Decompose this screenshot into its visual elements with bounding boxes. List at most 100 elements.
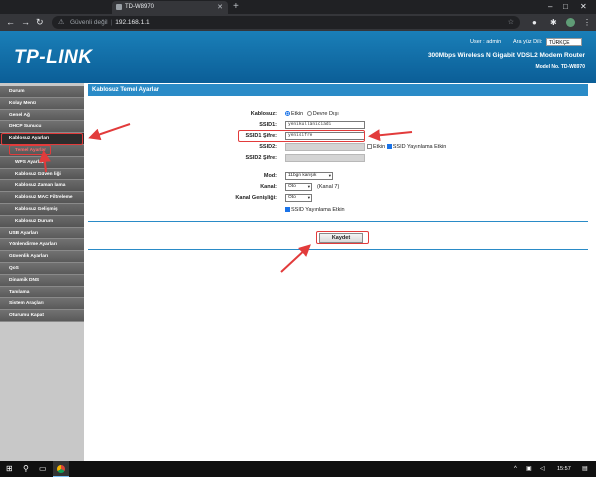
mode-select[interactable]: 11bgn karışık ▾ <box>285 172 333 180</box>
highlight-basic-settings <box>9 145 51 155</box>
arrow-to-save <box>280 244 311 273</box>
tplink-logo: TP-LINK <box>14 47 93 68</box>
sidebar-item-kablosuz-mac-filtreleme[interactable]: Kablosuz MAC Filtreleme <box>0 192 84 204</box>
menu-icon[interactable]: ⋮ <box>583 14 591 31</box>
volume-icon[interactable]: ◁ <box>540 461 545 477</box>
ssid2-password-label: SSID2 Şifre: <box>245 155 277 161</box>
sidebar-item-sistem-arac-lar[interactable]: Sistem Araçları <box>0 298 84 311</box>
reload-icon[interactable]: ↻ <box>36 14 44 31</box>
sidebar-item-usb-ayarlar[interactable]: USB Ayarları <box>0 227 84 240</box>
task-view-icon[interactable]: ▭ <box>39 461 47 477</box>
back-icon[interactable]: ← <box>6 14 15 31</box>
forward-icon[interactable]: → <box>21 14 30 31</box>
search-icon[interactable]: ⚲ <box>23 461 29 477</box>
channel-label: Kanal: <box>260 184 277 190</box>
sidebar-item-genel-ag[interactable]: Genel Ağ <box>0 109 84 122</box>
close-tab-icon[interactable]: ✕ <box>217 1 223 14</box>
taskbar-clock[interactable]: 15:57 <box>557 461 571 477</box>
language-label: Ara yüz Dili: <box>513 39 543 45</box>
ssid1-input[interactable]: yenikullaniciadi <box>285 121 365 129</box>
browser-tabstrip: TD-W8970 ✕ + – □ ✕ <box>0 0 596 14</box>
sidebar-item-kablosuz-durum[interactable]: Kablosuz Durum <box>0 215 84 228</box>
sidebar-item-yo-nlendirme-ayarlar[interactable]: Yönlendirme Ayarları <box>0 239 84 252</box>
ssid2-broadcast-label: SSID Yayınlama Etkin <box>392 144 447 150</box>
star-icon[interactable]: ☆ <box>508 16 514 29</box>
wireless-off-label: Devre Dışı <box>312 111 339 117</box>
ssid2-enable-label: Etkin <box>373 144 386 150</box>
panel-title: Kablosuz Temel Ayarlar <box>88 84 588 96</box>
arrow-to-password <box>368 129 413 142</box>
warning-icon: ⚠ <box>58 19 65 26</box>
channel-width-value: Oto <box>288 195 296 200</box>
channel-value: Oto <box>288 184 296 189</box>
address-bar[interactable]: ⚠ Güvenli değil | 192.168.1.1 ☆ <box>52 16 520 29</box>
arrow-to-menu <box>88 123 131 141</box>
panel-divider <box>88 221 588 223</box>
profile-avatar[interactable] <box>566 18 575 27</box>
sidebar-item-gu-venlik-ayarlar[interactable]: Güvenlik Ayarları <box>0 251 84 263</box>
language-select[interactable]: TÜRKÇE <box>546 38 582 46</box>
puzzle-icon[interactable]: ✱ <box>550 14 557 31</box>
taskbar: ⊞ ⚲ ▭ ^ ▣ ◁ 15:57 ▤ <box>0 461 596 477</box>
ssid2-enable-checkbox[interactable] <box>367 144 372 149</box>
tab-title: TD-W8970 <box>125 4 155 10</box>
wireless-on-label: Etkin <box>291 111 304 117</box>
channel-width-label: Kanal Genişliği: <box>235 195 277 201</box>
sidebar-item-kolay-menu[interactable]: Kolay Menü <box>0 97 84 110</box>
mode-value: 11bgn karışık <box>288 173 317 178</box>
close-window-icon[interactable]: ✕ <box>580 0 587 14</box>
address-url: 192.168.1.1 <box>115 19 150 26</box>
sidebar-item-qos[interactable]: QoS <box>0 262 84 275</box>
channel-note: (Kanal 7) <box>317 184 340 190</box>
ssid-broadcast-option: SSID Yayınlama Etkin <box>285 207 345 213</box>
mode-label: Mod: <box>263 173 277 179</box>
windows-start-icon[interactable]: ⊞ <box>6 461 13 477</box>
wireless-on-radio[interactable] <box>285 111 290 116</box>
ssid2-label: SSID2: <box>259 144 277 150</box>
sidebar-item-tan-lama[interactable]: Tanılama <box>0 286 84 299</box>
model-title: 300Mbps Wireless N Gigabit VDSL2 Modem R… <box>427 52 585 59</box>
panel-divider-bottom <box>88 249 588 251</box>
page-favicon-icon <box>116 4 122 10</box>
extension-icon[interactable]: ● <box>532 14 537 31</box>
minimize-icon[interactable]: – <box>548 0 552 14</box>
channel-width-select[interactable]: Oto ▾ <box>285 194 312 202</box>
browser-tab[interactable]: TD-W8970 ✕ <box>112 1 228 14</box>
sidebar-item-kablosuz-gelis-mis[interactable]: Kablosuz Gelişmiş <box>0 203 84 216</box>
sidebar-item-kablosuz-gu-ven-lig-i[interactable]: Kablosuz Güven liği <box>0 168 84 181</box>
ssid1-label: SSID1: <box>259 122 277 128</box>
tray-up-icon[interactable]: ^ <box>514 461 517 477</box>
wireless-label: Kablosuz: <box>250 111 277 117</box>
highlight-ssid-password <box>238 130 365 142</box>
channel-select[interactable]: Oto ▾ <box>285 183 312 191</box>
ssid2-password-input[interactable] <box>285 154 365 162</box>
notification-icon[interactable]: ▤ <box>582 461 588 477</box>
chrome-icon <box>57 465 65 473</box>
sidebar-item-durum[interactable]: Durum <box>0 86 84 98</box>
ssid2-options: Etkin SSID Yayınlama Etkin <box>367 144 446 150</box>
sidebar-menu: Durum Kolay Menü Genel Ağ DHCP Sunucu Kablos… <box>0 86 84 322</box>
insecure-label: Güvenli değil <box>70 19 108 26</box>
new-tab-button[interactable]: + <box>233 0 239 14</box>
user-label: User : admin <box>470 39 502 45</box>
sidebar-item-oturumu-kapat[interactable]: Oturumu Kapat <box>0 310 84 322</box>
chevron-down-icon: ▾ <box>307 184 310 189</box>
ssid-broadcast-label: SSID Yayınlama Etkin <box>291 207 345 213</box>
chevron-down-icon: ▾ <box>307 195 310 200</box>
address-separator: | <box>110 19 113 26</box>
sidebar-item-dhcp-sunucu[interactable]: DHCP Sunucu <box>0 121 84 134</box>
highlight-wireless-menu <box>1 133 83 145</box>
sidebar-item-kablosuz-zaman-lama[interactable]: Kablosuz Zaman lama <box>0 180 84 193</box>
ssid2-broadcast-checkbox[interactable] <box>386 144 392 149</box>
screen: TD-W8970 ✕ + – □ ✕ ← → ↻ ⚠ Güvenli değil… <box>0 0 596 477</box>
highlight-save-button <box>316 231 369 244</box>
model-number: Model No. TD-W8970 <box>535 64 585 70</box>
sidebar-item-dinamik-dns[interactable]: Dinamik DNS <box>0 274 84 287</box>
network-icon[interactable]: ▣ <box>526 461 532 477</box>
maximize-icon[interactable]: □ <box>563 0 568 14</box>
ssid-broadcast-checkbox[interactable] <box>285 207 290 212</box>
chevron-down-icon: ▾ <box>328 173 331 178</box>
wireless-off-radio[interactable] <box>306 111 312 116</box>
sidebar-item-wps-ayarlar[interactable]: WPS Ayarları <box>0 156 84 169</box>
ssid2-input[interactable] <box>285 143 365 151</box>
